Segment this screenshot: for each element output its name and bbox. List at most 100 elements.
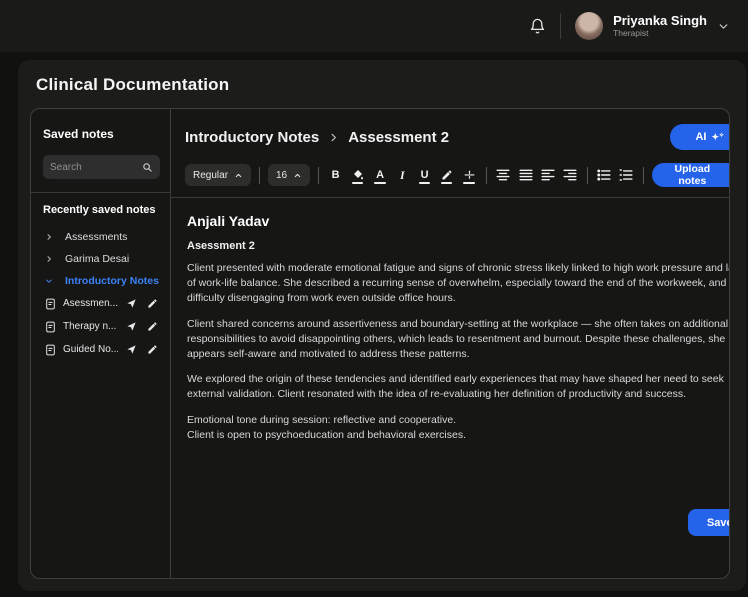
note-item-guided[interactable]: Guided No... — [43, 338, 160, 361]
underline-button[interactable]: U — [416, 165, 433, 185]
note-line: Client is open to psychoeducation and be… — [187, 429, 467, 442]
text-color-icon: A — [376, 168, 385, 181]
note-item-asessment[interactable]: Asessmen... — [43, 292, 160, 315]
sidebar-group-introductory-notes[interactable]: Introductory Notes — [43, 270, 160, 292]
toolbar-separator — [485, 166, 487, 184]
upload-icon — [728, 170, 729, 181]
align-right-icon — [563, 169, 577, 181]
top-bar: Priyanka Singh Therapist — [0, 0, 748, 52]
color-bar — [352, 182, 364, 184]
notification-bell-button[interactable] — [529, 18, 546, 35]
format-toolbar: Regular 16 B A I U Upload notes — [185, 163, 729, 187]
font-style-dropdown[interactable]: Regular — [185, 164, 252, 186]
sidebar-group-assessments[interactable]: Assessments — [43, 226, 160, 248]
page-title: Clinical Documentation — [36, 75, 230, 94]
toolbar-separator — [643, 166, 644, 184]
editor-pane: Introductory Notes Assessment 2 AI ✦✧ Re… — [171, 109, 730, 578]
search-input[interactable] — [50, 161, 138, 173]
pen-color-button[interactable] — [438, 165, 455, 185]
user-role: Therapist — [613, 27, 649, 38]
breadcrumb: Introductory Notes Assessment 2 — [185, 129, 449, 146]
highlight-color-button[interactable] — [349, 165, 366, 185]
font-size-dropdown[interactable]: 16 — [267, 164, 311, 186]
document-icon — [44, 320, 57, 334]
chevron-up-icon — [293, 171, 302, 180]
ai-button[interactable]: AI ✦✧ — [669, 124, 729, 150]
note-paragraph: We explored the origin of these tendenci… — [187, 373, 724, 401]
search-icon — [142, 162, 153, 173]
align-justify-icon — [518, 169, 533, 181]
note-title-heading: Asessment 2 — [187, 240, 255, 252]
sidebar-divider — [31, 192, 170, 193]
recent-notes-heading: Recently saved notes — [43, 204, 156, 216]
document-icon — [44, 297, 57, 311]
ai-button-label: AI — [695, 131, 707, 143]
strikethrough-icon — [463, 169, 476, 182]
text-color-button[interactable]: A — [371, 165, 388, 185]
chevron-up-icon — [234, 171, 243, 180]
note-paragraph: Client presented with moderate emotional… — [187, 262, 730, 304]
align-center-icon — [496, 169, 510, 181]
client-name-heading: Anjali Yadav — [187, 213, 270, 229]
send-icon[interactable] — [124, 298, 139, 309]
sparkles-icon: ✦✧ — [711, 131, 725, 142]
sidebar-group-garima-desai[interactable]: Garima Desai — [43, 248, 160, 270]
align-left-icon — [541, 169, 555, 181]
edit-pencil-icon[interactable] — [145, 298, 160, 309]
group-label: Introductory Notes — [65, 275, 159, 287]
sidebar-title: Saved notes — [43, 127, 114, 141]
saved-notes-sidebar: Saved notes Recently saved notes A — [31, 109, 171, 578]
save-button[interactable]: Save — [687, 509, 729, 536]
toolbar-separator — [586, 166, 588, 184]
bold-icon: B — [331, 168, 340, 181]
breadcrumb-parent[interactable]: Introductory Notes — [185, 129, 319, 146]
chevron-right-icon — [45, 255, 53, 263]
note-item-therapy[interactable]: Therapy n... — [43, 315, 160, 338]
avatar — [575, 12, 604, 40]
note-editor-surface[interactable]: Anjali Yadav Asessment 2 Client presente… — [185, 198, 730, 578]
italic-icon: I — [400, 168, 405, 182]
documentation-card: Saved notes Recently saved notes A — [30, 108, 730, 579]
align-center-button[interactable] — [495, 165, 512, 185]
send-icon[interactable] — [124, 321, 139, 332]
note-label: Asessmen... — [63, 298, 118, 309]
editor-header: Introductory Notes Assessment 2 AI ✦✧ — [185, 109, 729, 150]
bell-icon — [529, 18, 546, 35]
strikethrough-button[interactable] — [460, 165, 477, 185]
pen-icon — [441, 169, 453, 181]
underline-bar — [463, 182, 475, 184]
group-label: Garima Desai — [65, 253, 130, 265]
note-line: Emotional tone during session: reflectiv… — [187, 414, 457, 427]
profile-menu[interactable]: Priyanka Singh Therapist — [575, 12, 730, 40]
color-bar — [441, 182, 453, 184]
profile-text: Priyanka Singh Therapist — [613, 12, 707, 39]
note-label: Therapy n... — [63, 321, 117, 332]
chevron-down-icon — [45, 277, 53, 285]
send-icon[interactable] — [124, 344, 139, 355]
note-paragraph: Client shared concerns around assertiven… — [187, 317, 729, 360]
underline-bar — [418, 182, 431, 184]
align-justify-button[interactable] — [517, 165, 534, 185]
note-label: Guided No... — [63, 344, 118, 355]
toolbar-separator — [259, 166, 260, 184]
group-label: Assessments — [65, 231, 128, 243]
edit-pencil-icon[interactable] — [145, 344, 160, 355]
search-box — [43, 155, 160, 179]
numbered-list-button[interactable] — [618, 165, 635, 185]
bullet-list-button[interactable] — [596, 165, 613, 185]
paint-bucket-icon — [352, 169, 364, 181]
document-icon — [44, 343, 57, 357]
italic-button[interactable]: I — [394, 165, 411, 185]
font-size-value: 16 — [275, 169, 288, 181]
bold-button[interactable]: B — [327, 165, 344, 185]
color-bar — [374, 182, 386, 184]
upload-notes-button[interactable]: Upload notes — [651, 163, 729, 187]
user-name: Priyanka Singh — [613, 12, 707, 28]
align-left-button[interactable] — [539, 165, 556, 185]
font-style-value: Regular — [193, 169, 229, 181]
align-right-button[interactable] — [561, 165, 578, 185]
numbered-list-icon — [619, 169, 633, 181]
edit-pencil-icon[interactable] — [145, 321, 160, 332]
chevron-down-icon[interactable] — [717, 20, 730, 33]
upload-notes-label: Upload notes — [674, 163, 711, 187]
